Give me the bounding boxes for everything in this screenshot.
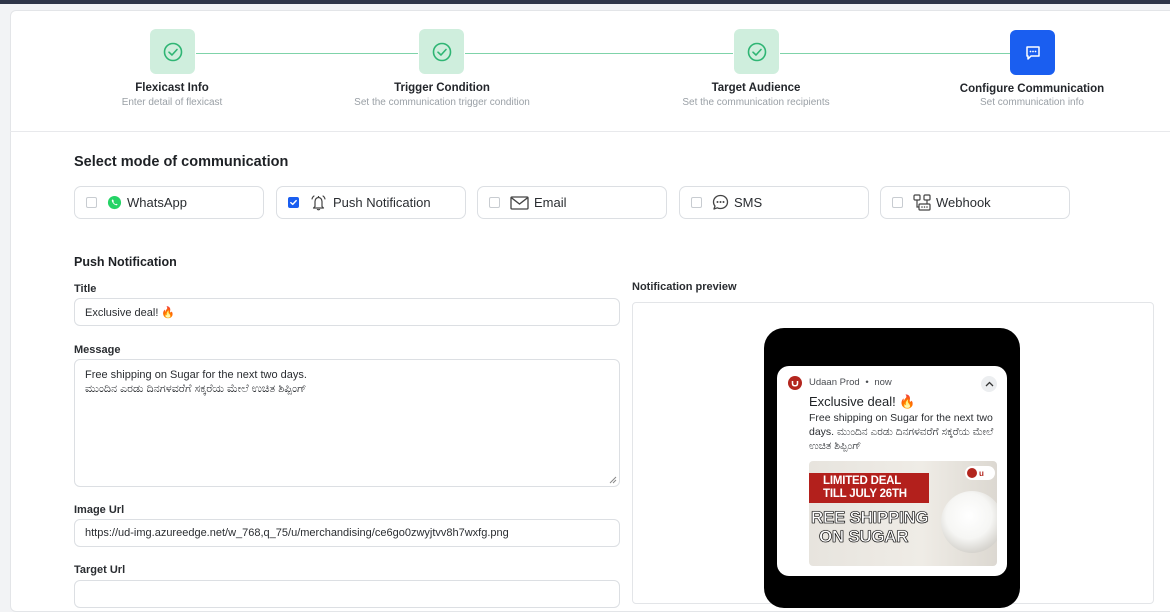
banner-deal-tag: LIMITED DEAL TILL JULY 26TH (809, 473, 929, 503)
step-1-subtitle: Enter detail of flexicast (121, 97, 223, 108)
push-notification-label: Push Notification (333, 195, 431, 210)
sms-checkbox[interactable] (691, 197, 702, 208)
banner-line-1: LIMITED DEAL (823, 475, 902, 487)
push-notification-checkbox[interactable] (288, 197, 299, 208)
app-icon (788, 376, 802, 390)
whatsapp-icon (106, 195, 122, 211)
step-1-check-icon[interactable] (150, 29, 195, 74)
banner-main-line-1: REE SHIPPING (811, 508, 929, 528)
notification-body: Free shipping on Sugar for the next two … (809, 412, 994, 452)
top-bar (0, 0, 1170, 4)
banner-main-line-2: ON SUGAR (819, 527, 909, 547)
message-textarea[interactable]: Free shipping on Sugar for the next two … (74, 359, 620, 487)
whatsapp-label: WhatsApp (127, 195, 187, 210)
mail-icon (509, 195, 529, 211)
step-2-title: Trigger Condition (394, 82, 490, 94)
email-label: Email (534, 195, 567, 210)
step-2-subtitle: Set the communication trigger condition (354, 97, 530, 108)
sms-label: SMS (734, 195, 763, 210)
mode-option-sms[interactable]: SMS (679, 186, 869, 219)
app-name: Udaan Prod (809, 377, 860, 388)
step-connector (465, 53, 733, 54)
push-notification-heading: Push Notification (74, 255, 177, 269)
app-meta: Udaan Prod • now (809, 377, 892, 388)
step-connector (196, 53, 418, 54)
email-checkbox[interactable] (489, 197, 500, 208)
banner-line-2: TILL JULY 26TH (823, 488, 907, 500)
sms-icon (711, 194, 729, 211)
webhook-checkbox[interactable] (892, 197, 903, 208)
step-3-title: Target Audience (711, 82, 801, 94)
image-url-input[interactable]: https://ud-img.azureedge.net/w_768,q_75/… (74, 519, 620, 547)
message-label: Message (74, 344, 121, 356)
chevron-up-icon[interactable] (981, 376, 997, 392)
notification-title: Exclusive deal! 🔥 (809, 394, 916, 409)
resize-grip-icon[interactable] (609, 476, 617, 484)
banner-logo: u (965, 466, 995, 480)
mode-option-push-notification[interactable]: Push Notification (276, 186, 466, 219)
webhook-label: Webhook (936, 195, 991, 210)
webhook-icon (912, 194, 931, 211)
banner-headline: REE SHIPPING ON SUGAR (809, 508, 951, 547)
mode-option-whatsapp[interactable]: WhatsApp (74, 186, 264, 219)
step-connector (780, 53, 1010, 54)
stepper-divider (10, 131, 1170, 132)
mode-option-webhook[interactable]: Webhook (880, 186, 1070, 219)
meta-separator: • (865, 377, 869, 388)
target-url-input[interactable] (74, 580, 620, 608)
whatsapp-checkbox[interactable] (86, 197, 97, 208)
mode-option-email[interactable]: Email (477, 186, 667, 219)
step-1-title: Flexicast Info (135, 82, 209, 94)
message-line-1: Free shipping on Sugar for the next two … (85, 369, 307, 381)
mode-heading: Select mode of communication (74, 154, 289, 170)
title-label: Title (74, 283, 97, 295)
title-input[interactable]: Exclusive deal! 🔥 (74, 298, 620, 326)
notification-preview-label: Notification preview (632, 281, 737, 293)
bell-icon (308, 195, 328, 211)
image-url-label: Image Url (74, 504, 125, 516)
step-2-check-icon[interactable] (419, 29, 464, 74)
step-4-subtitle: Set communication info (980, 97, 1084, 108)
step-3-subtitle: Set the communication recipients (682, 97, 830, 108)
sugar-bowl-image (941, 491, 997, 553)
step-4-chat-icon[interactable] (1010, 30, 1055, 75)
target-url-label: Target Url (74, 564, 126, 576)
step-3-check-icon[interactable] (734, 29, 779, 74)
notification-banner-image: LIMITED DEAL TILL JULY 26TH REE SHIPPING… (809, 461, 997, 566)
notification-time: now (874, 377, 892, 388)
notification-card: Udaan Prod • now Exclusive deal! 🔥 Free … (777, 366, 1007, 576)
step-4-title: Configure Communication (959, 83, 1105, 95)
message-line-2: ಮುಂದಿನ ಎರಡು ದಿನಗಳವರೆಗೆ ಸಕ್ಕರೆಯ ಮೇಲೆ ಉಚಿತ… (85, 383, 307, 395)
